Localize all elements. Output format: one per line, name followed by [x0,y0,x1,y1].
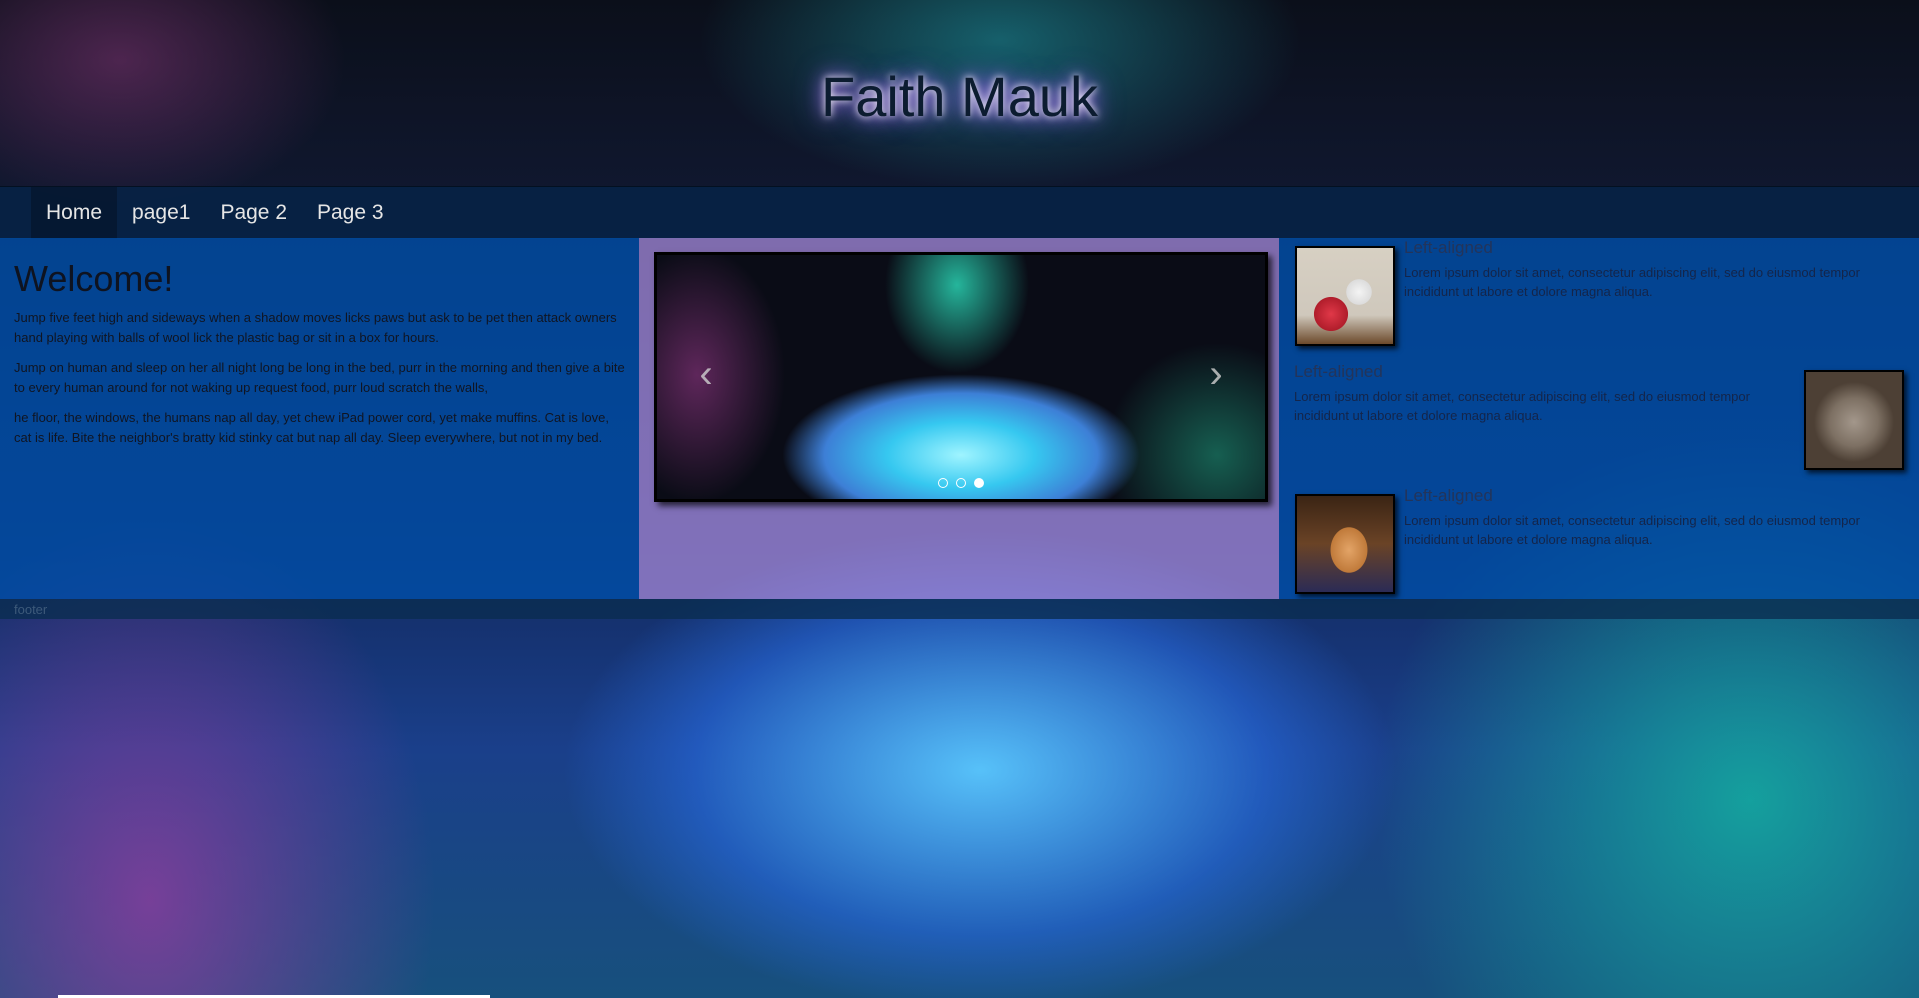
media-column: Left-aligned Lorem ipsum dolor sit amet,… [1279,238,1919,599]
footer-text: footer [14,602,48,617]
main-content: Welcome! Jump five feet high and sideway… [0,238,1919,599]
carousel-indicator-3[interactable] [974,478,985,488]
welcome-column: Welcome! Jump five feet high and sideway… [0,238,639,599]
carousel-indicator-2[interactable] [956,478,966,488]
media-heading: Left-aligned [1404,486,1493,505]
carousel-indicator-1[interactable] [937,478,948,488]
chevron-left-icon[interactable]: ‹ [691,354,721,394]
welcome-paragraph-2: Jump on human and sleep on her all night… [14,360,625,395]
navbar: Home page1 Page 2 Page 3 [0,186,1919,239]
carousel-column: ‹ › [639,238,1279,599]
welcome-paragraph-1: Jump five feet high and sideways when a … [14,310,617,345]
footer: footer [0,599,1919,619]
nav-item-page2[interactable]: Page 2 [205,187,302,239]
welcome-heading: Welcome! [14,258,174,299]
nav-list: Home page1 Page 2 Page 3 [0,187,1919,239]
media-text: Lorem ipsum dolor sit amet, consectetur … [1404,513,1860,547]
media-text: Lorem ipsum dolor sit amet, consectetur … [1294,389,1750,423]
cat-thumbnail-image [1804,370,1904,470]
chevron-right-icon[interactable]: › [1201,354,1231,394]
media-heading: Left-aligned [1294,362,1383,381]
cat-thumbnail-image [1295,246,1395,346]
welcome-paragraph-3: he floor, the windows, the humans nap al… [14,410,609,445]
image-carousel[interactable]: ‹ › [654,252,1268,502]
nav-item-page1[interactable]: page1 [117,187,205,239]
cat-thumbnail-image [1295,494,1395,594]
site-header: Faith Mauk [0,0,1919,186]
site-title: Faith Mauk [821,65,1098,128]
nav-item-page3[interactable]: Page 3 [302,187,399,239]
media-text: Lorem ipsum dolor sit amet, consectetur … [1404,265,1860,299]
media-heading: Left-aligned [1404,238,1493,257]
nav-item-home[interactable]: Home [31,187,118,239]
carousel-indicators [657,475,1265,493]
